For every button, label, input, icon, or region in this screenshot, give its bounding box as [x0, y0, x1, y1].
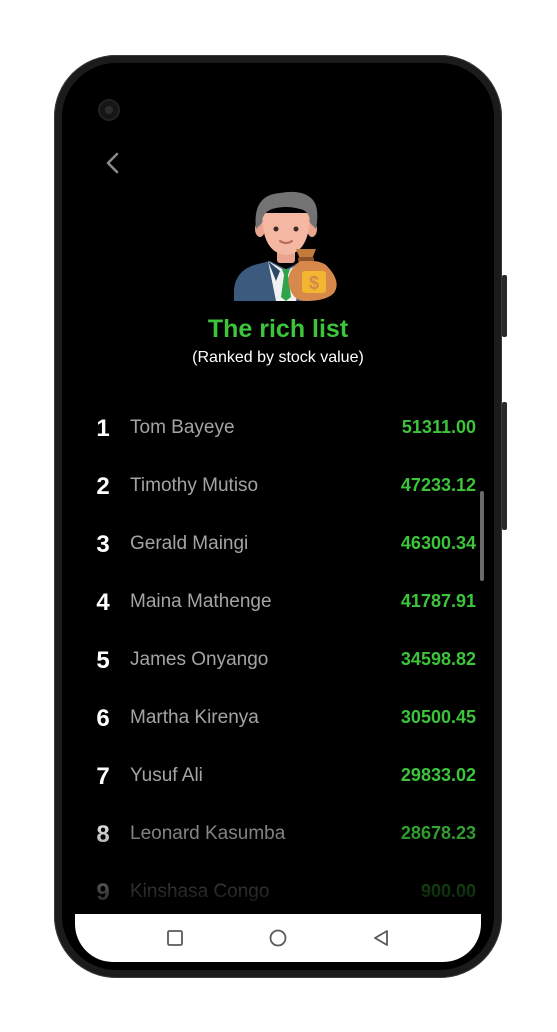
list-item[interactable]: 1 Tom Bayeye 51311.00	[62, 401, 494, 459]
stock-value: 900.00	[420, 881, 476, 901]
scrollbar[interactable]	[480, 491, 484, 581]
leaderboard-list[interactable]: 1 Tom Bayeye 51311.00 2 Timothy Mutiso 4…	[62, 401, 494, 911]
phone-frame: $ The rich list (Ranked by stock value) …	[54, 55, 502, 978]
rank-number: 8	[96, 821, 110, 848]
stock-value: 46300.34	[400, 533, 476, 553]
circle-icon[interactable]	[266, 926, 290, 950]
rank-number: 6	[96, 705, 110, 732]
stock-value: 29833.02	[400, 765, 476, 785]
stock-value: 28678.23	[400, 823, 476, 843]
stock-value: 51311.00	[401, 417, 476, 437]
rank-number: 2	[96, 473, 110, 500]
user-name: Martha Kirenya	[130, 707, 259, 728]
user-name: Maina Mathenge	[130, 591, 272, 612]
user-name: Gerald Maingi	[130, 533, 249, 554]
list-item[interactable]: 2 Timothy Mutiso 47233.12	[62, 459, 494, 517]
stock-value: 41787.91	[400, 591, 476, 611]
stock-value: 47233.12	[400, 475, 476, 495]
businessman-money-bag-icon: $	[234, 191, 337, 301]
list-item[interactable]: 9 Kinshasa Congo 900.00	[62, 865, 494, 911]
user-name: Kinshasa Congo	[130, 881, 270, 902]
list-item[interactable]: 7 Yusuf Ali 29833.02	[62, 749, 494, 807]
stock-value: 30500.45	[400, 707, 476, 727]
power-button	[502, 402, 507, 530]
stock-value: 34598.82	[400, 649, 476, 669]
system-navigation-bar	[75, 914, 481, 962]
list-item[interactable]: 5 James Onyango 34598.82	[62, 633, 494, 691]
rank-number: 3	[96, 531, 110, 558]
list-item[interactable]: 8 Leonard Kasumba 28678.23	[62, 807, 494, 865]
svg-text:$: $	[309, 273, 319, 293]
square-icon[interactable]	[163, 926, 187, 950]
rank-number: 9	[96, 879, 110, 906]
user-name: James Onyango	[130, 649, 269, 670]
user-name: Tom Bayeye	[130, 417, 235, 438]
list-item[interactable]: 3 Gerald Maingi 46300.34	[62, 517, 494, 575]
rank-number: 4	[96, 589, 110, 616]
volume-button	[502, 275, 507, 337]
page-title: The rich list	[207, 315, 349, 343]
front-camera	[100, 101, 118, 119]
rank-number: 5	[96, 647, 110, 674]
list-item[interactable]: 4 Maina Mathenge 41787.91	[62, 575, 494, 633]
user-name: Yusuf Ali	[130, 765, 203, 786]
rank-number: 7	[96, 763, 110, 790]
triangle-back-icon[interactable]	[369, 926, 393, 950]
list-item[interactable]: 6 Martha Kirenya 30500.45	[62, 691, 494, 749]
user-name: Leonard Kasumba	[130, 823, 286, 844]
page-subtitle: (Ranked by stock value)	[192, 349, 364, 366]
rank-number: 1	[96, 415, 110, 442]
screen: $ The rich list (Ranked by stock value) …	[62, 63, 494, 970]
back-chevron-icon[interactable]	[102, 151, 126, 175]
user-name: Timothy Mutiso	[130, 475, 259, 496]
